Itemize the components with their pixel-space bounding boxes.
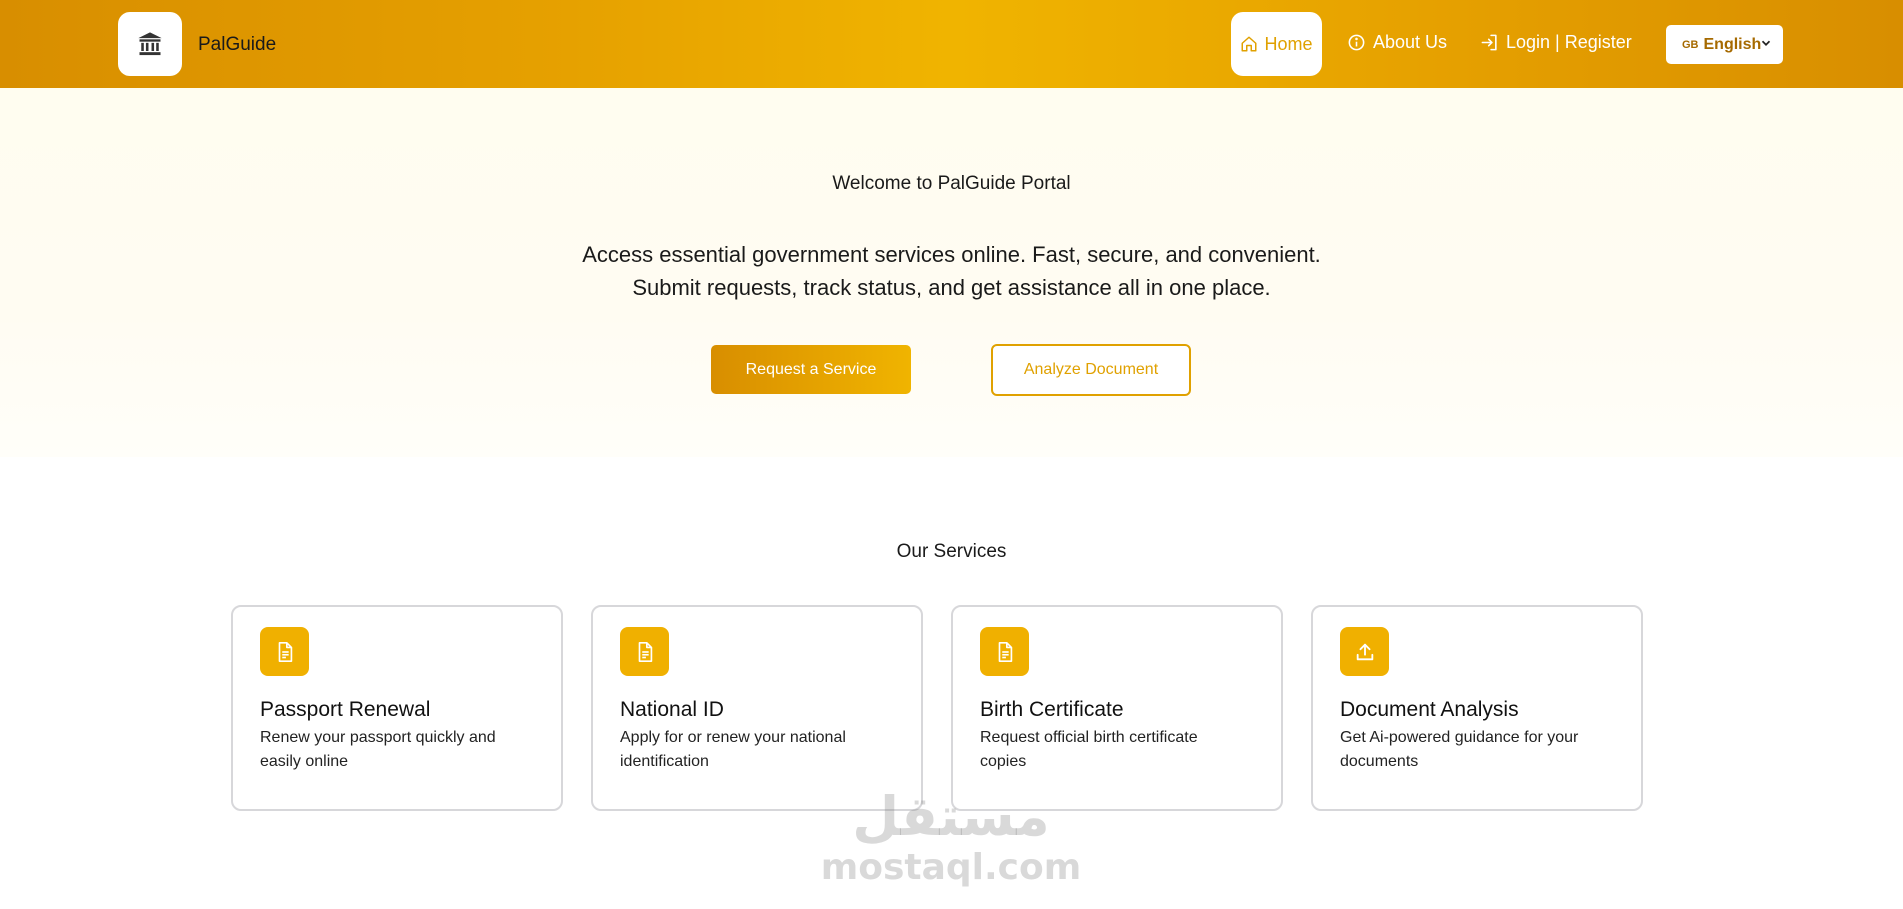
nav-home[interactable]: Home	[1231, 12, 1322, 76]
service-card-title: Passport Renewal	[260, 698, 431, 721]
watermark-logo: مستقل mostaql.com	[820, 780, 1082, 895]
language-selected: English	[1703, 35, 1762, 53]
login-icon	[1481, 34, 1497, 51]
watermark-arabic: مستقل	[852, 787, 1050, 847]
flag-gb-icon: GB	[1682, 38, 1699, 51]
document-icon	[980, 627, 1029, 676]
top-navbar: PalGuide Home About Us Login | Register …	[0, 0, 1903, 88]
service-card-title: Document Analysis	[1340, 698, 1519, 721]
watermark-latin: mostaql.com	[820, 847, 1082, 888]
nav-home-label: Home	[1264, 33, 1313, 54]
service-card-title: National ID	[620, 698, 724, 721]
brand-name[interactable]: PalGuide	[198, 34, 276, 56]
nav-login-register[interactable]: Login | Register	[1480, 32, 1632, 53]
request-service-button[interactable]: Request a Service	[711, 345, 911, 394]
service-card-description: Request official birth certificate copie…	[980, 729, 1198, 770]
document-icon	[620, 627, 669, 676]
chevron-down-icon	[1761, 40, 1771, 46]
upload-icon	[1340, 627, 1389, 676]
language-select[interactable]: GB English	[1666, 25, 1783, 64]
home-icon	[1241, 36, 1257, 52]
document-icon	[260, 627, 309, 676]
service-card-description: Renew your passport quickly and easily o…	[260, 729, 496, 770]
service-card-passport[interactable]: Passport Renewal Renew your passport qui…	[231, 605, 563, 811]
service-card-description: Apply for or renew your national identif…	[620, 729, 846, 770]
nav-about-label: About Us	[1373, 32, 1448, 52]
services-title: Our Services	[896, 541, 1007, 562]
bank-building-icon	[138, 32, 162, 56]
nav-about[interactable]: About Us	[1347, 32, 1447, 53]
hero-subtitle-line2: Submit requests, track status, and get a…	[632, 275, 1271, 300]
analyze-document-button[interactable]: Analyze Document	[991, 344, 1191, 396]
service-card-description: Get Ai-powered guidance for your documen…	[1340, 729, 1579, 770]
nav-login-label: Login | Register	[1506, 32, 1632, 52]
hero-subtitle-line1: Access essential government services onl…	[582, 242, 1321, 267]
service-card-document-analysis[interactable]: Document Analysis Get Ai-powered guidanc…	[1311, 605, 1643, 811]
logo[interactable]	[118, 12, 182, 76]
hero-section	[0, 88, 1903, 457]
hero-title: Welcome to PalGuide Portal	[832, 173, 1071, 194]
info-icon	[1348, 34, 1365, 51]
service-card-title: Birth Certificate	[980, 698, 1124, 721]
